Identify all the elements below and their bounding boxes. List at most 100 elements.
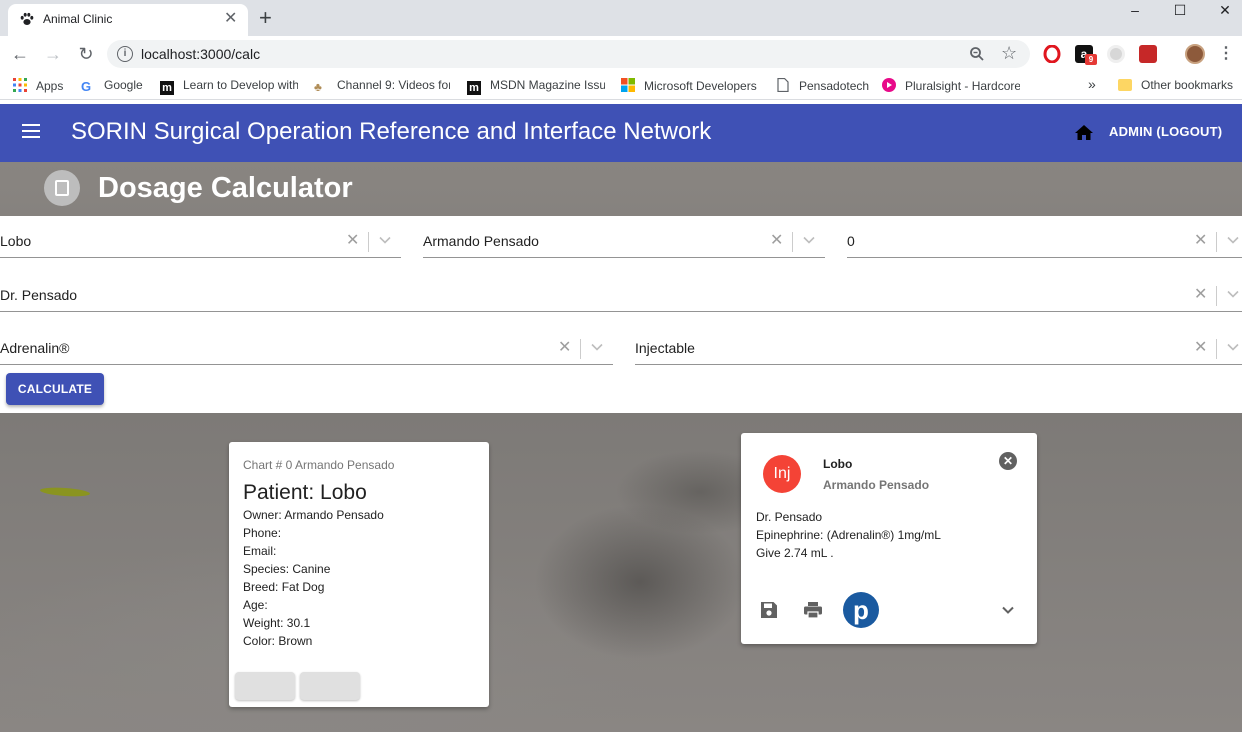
- tab-title: Animal Clinic: [43, 12, 113, 26]
- age-line: Age:: [243, 598, 268, 612]
- bookmark-label: Channel 9: Videos for: [337, 78, 450, 92]
- close-window-icon[interactable]: ✕: [1202, 0, 1242, 30]
- weight-line: Weight: 30.1: [243, 616, 311, 630]
- color-line: Color: Brown: [243, 634, 313, 648]
- browser-tab[interactable]: Animal Clinic ✕: [8, 4, 248, 36]
- profile-avatar[interactable]: [1185, 44, 1205, 64]
- select-separator: [792, 232, 793, 252]
- chart-number-select[interactable]: 0 ✕: [847, 216, 1242, 258]
- owner-line: Owner: Armando Pensado: [243, 508, 384, 522]
- bookmark-msdn[interactable]: m MSDN Magazine Issu: [467, 78, 605, 95]
- chevron-down-icon[interactable]: [803, 234, 815, 246]
- app-bar: SORIN Surgical Operation Reference and I…: [0, 104, 1242, 162]
- minimize-icon[interactable]: –: [1112, 0, 1158, 30]
- page-icon: [777, 78, 789, 92]
- patient-name: Patient: Lobo: [243, 481, 367, 504]
- red-extension-icon[interactable]: [1139, 45, 1157, 63]
- browser-toolbar: ← → ↻ i localhost:3000/calc ☆ a 9 ⋮: [0, 36, 1242, 72]
- apps-grid-icon: [13, 78, 27, 92]
- dose-line: Give 2.74 mL .: [756, 546, 834, 560]
- clear-icon[interactable]: ✕: [346, 233, 359, 249]
- tab-close-icon[interactable]: ✕: [224, 10, 237, 28]
- address-bar[interactable]: i localhost:3000/calc ☆: [107, 40, 1030, 68]
- chevron-down-icon[interactable]: [379, 234, 391, 246]
- bookmark-label: Google: [104, 78, 143, 92]
- pensadotech-logo[interactable]: p: [843, 592, 879, 628]
- other-bookmarks[interactable]: Other bookmarks: [1118, 78, 1242, 92]
- back-icon[interactable]: ←: [8, 43, 32, 65]
- bookmark-learn[interactable]: m Learn to Develop with: [160, 78, 298, 95]
- bookmark-star-icon[interactable]: ☆: [1001, 43, 1017, 64]
- browser-tab-bar: Animal Clinic ✕ + – ☐ ✕: [0, 0, 1242, 36]
- bookmark-label: Learn to Develop with: [183, 78, 298, 92]
- card-action-button[interactable]: [300, 672, 360, 700]
- chart-subheader: Chart # 0 Armando Pensado: [243, 458, 395, 472]
- patient-select[interactable]: Lobo ✕: [0, 216, 401, 258]
- circle-extension-icon[interactable]: [1107, 45, 1125, 63]
- bookmark-pensadotech[interactable]: Pensadotech: [776, 78, 870, 93]
- close-icon[interactable]: ✕: [999, 452, 1017, 470]
- bookmarks-overflow-icon[interactable]: »: [1088, 76, 1096, 92]
- doctor-select-value: Dr. Pensado: [0, 287, 78, 303]
- medication-select[interactable]: Adrenalin® ✕: [0, 323, 613, 365]
- select-separator: [368, 232, 369, 252]
- chevron-down-icon[interactable]: [1001, 603, 1015, 617]
- clear-icon[interactable]: ✕: [1194, 233, 1207, 249]
- save-icon[interactable]: [760, 601, 778, 619]
- breed-line: Breed: Fat Dog: [243, 580, 325, 594]
- doctor-line: Dr. Pensado: [756, 510, 823, 524]
- other-bookmarks-label: Other bookmarks: [1141, 78, 1234, 92]
- chevron-down-icon[interactable]: [1227, 234, 1239, 246]
- calculate-button[interactable]: CALCULATE: [6, 373, 104, 405]
- card-action-button[interactable]: [235, 672, 295, 700]
- microsoft-icon: [621, 78, 635, 92]
- clear-icon[interactable]: ✕: [1194, 287, 1207, 303]
- clear-icon[interactable]: ✕: [770, 233, 783, 249]
- select-separator: [1216, 286, 1217, 306]
- drug-line: Epinephrine: (Adrenalin®) 1mg/mL: [756, 528, 941, 542]
- opera-extension-icon[interactable]: [1043, 44, 1061, 64]
- amazon-extension-icon[interactable]: a 9: [1075, 45, 1097, 65]
- species-line: Species: Canine: [243, 562, 331, 576]
- patient-select-value: Lobo: [0, 233, 32, 249]
- dosage-form: Lobo ✕ Armando Pensado ✕ 0 ✕ Dr. Pensado…: [0, 216, 1242, 413]
- clear-icon[interactable]: ✕: [1194, 340, 1207, 356]
- chevron-down-icon[interactable]: [591, 341, 603, 353]
- bookmark-google[interactable]: G Google: [81, 78, 151, 93]
- bookmarks-bar: Apps G Google m Learn to Develop with ♣ Cha…: [0, 72, 1242, 100]
- admin-logout-button[interactable]: ADMIN (LOGOUT): [1109, 124, 1222, 139]
- reload-icon[interactable]: ↻: [74, 43, 98, 65]
- channel9-icon: ♣: [314, 80, 322, 94]
- bookmark-apps[interactable]: Apps: [13, 78, 73, 93]
- owner-select[interactable]: Armando Pensado ✕: [423, 216, 825, 258]
- select-separator: [1216, 232, 1217, 252]
- calculator-icon: [44, 170, 80, 206]
- doctor-select[interactable]: Dr. Pensado ✕: [0, 270, 1242, 312]
- page-title: Dosage Calculator: [98, 172, 353, 204]
- google-icon: G: [81, 79, 92, 93]
- forward-icon[interactable]: →: [41, 43, 65, 65]
- folder-icon: [1118, 79, 1132, 91]
- home-icon[interactable]: [1074, 123, 1094, 143]
- print-icon[interactable]: [803, 601, 823, 619]
- extension-badge: 9: [1085, 54, 1097, 65]
- info-icon[interactable]: i: [117, 46, 133, 62]
- bookmark-label: Pensadotech: [799, 79, 870, 93]
- bookmark-pluralsight[interactable]: Pluralsight - Hardcore: [882, 78, 1020, 93]
- injectable-avatar: Inj: [763, 455, 801, 493]
- new-tab-icon[interactable]: +: [259, 6, 272, 30]
- zoom-icon[interactable]: [969, 46, 985, 62]
- chevron-down-icon[interactable]: [1227, 341, 1239, 353]
- route-select[interactable]: Injectable ✕: [635, 323, 1242, 365]
- more-menu-icon[interactable]: ⋮: [1214, 43, 1238, 65]
- chart-number-value: 0: [847, 233, 855, 249]
- card-title: Lobo: [823, 457, 853, 471]
- hamburger-menu-icon[interactable]: [22, 124, 40, 138]
- bookmark-channel9[interactable]: ♣ Channel 9: Videos for: [314, 78, 450, 94]
- clear-icon[interactable]: ✕: [558, 340, 571, 356]
- bookmark-microsoft[interactable]: Microsoft Developers: [621, 78, 761, 93]
- maximize-icon[interactable]: ☐: [1157, 0, 1203, 30]
- chevron-down-icon[interactable]: [1227, 288, 1239, 300]
- m-logo-icon: m: [160, 81, 174, 95]
- address-url[interactable]: localhost:3000/calc: [141, 46, 260, 62]
